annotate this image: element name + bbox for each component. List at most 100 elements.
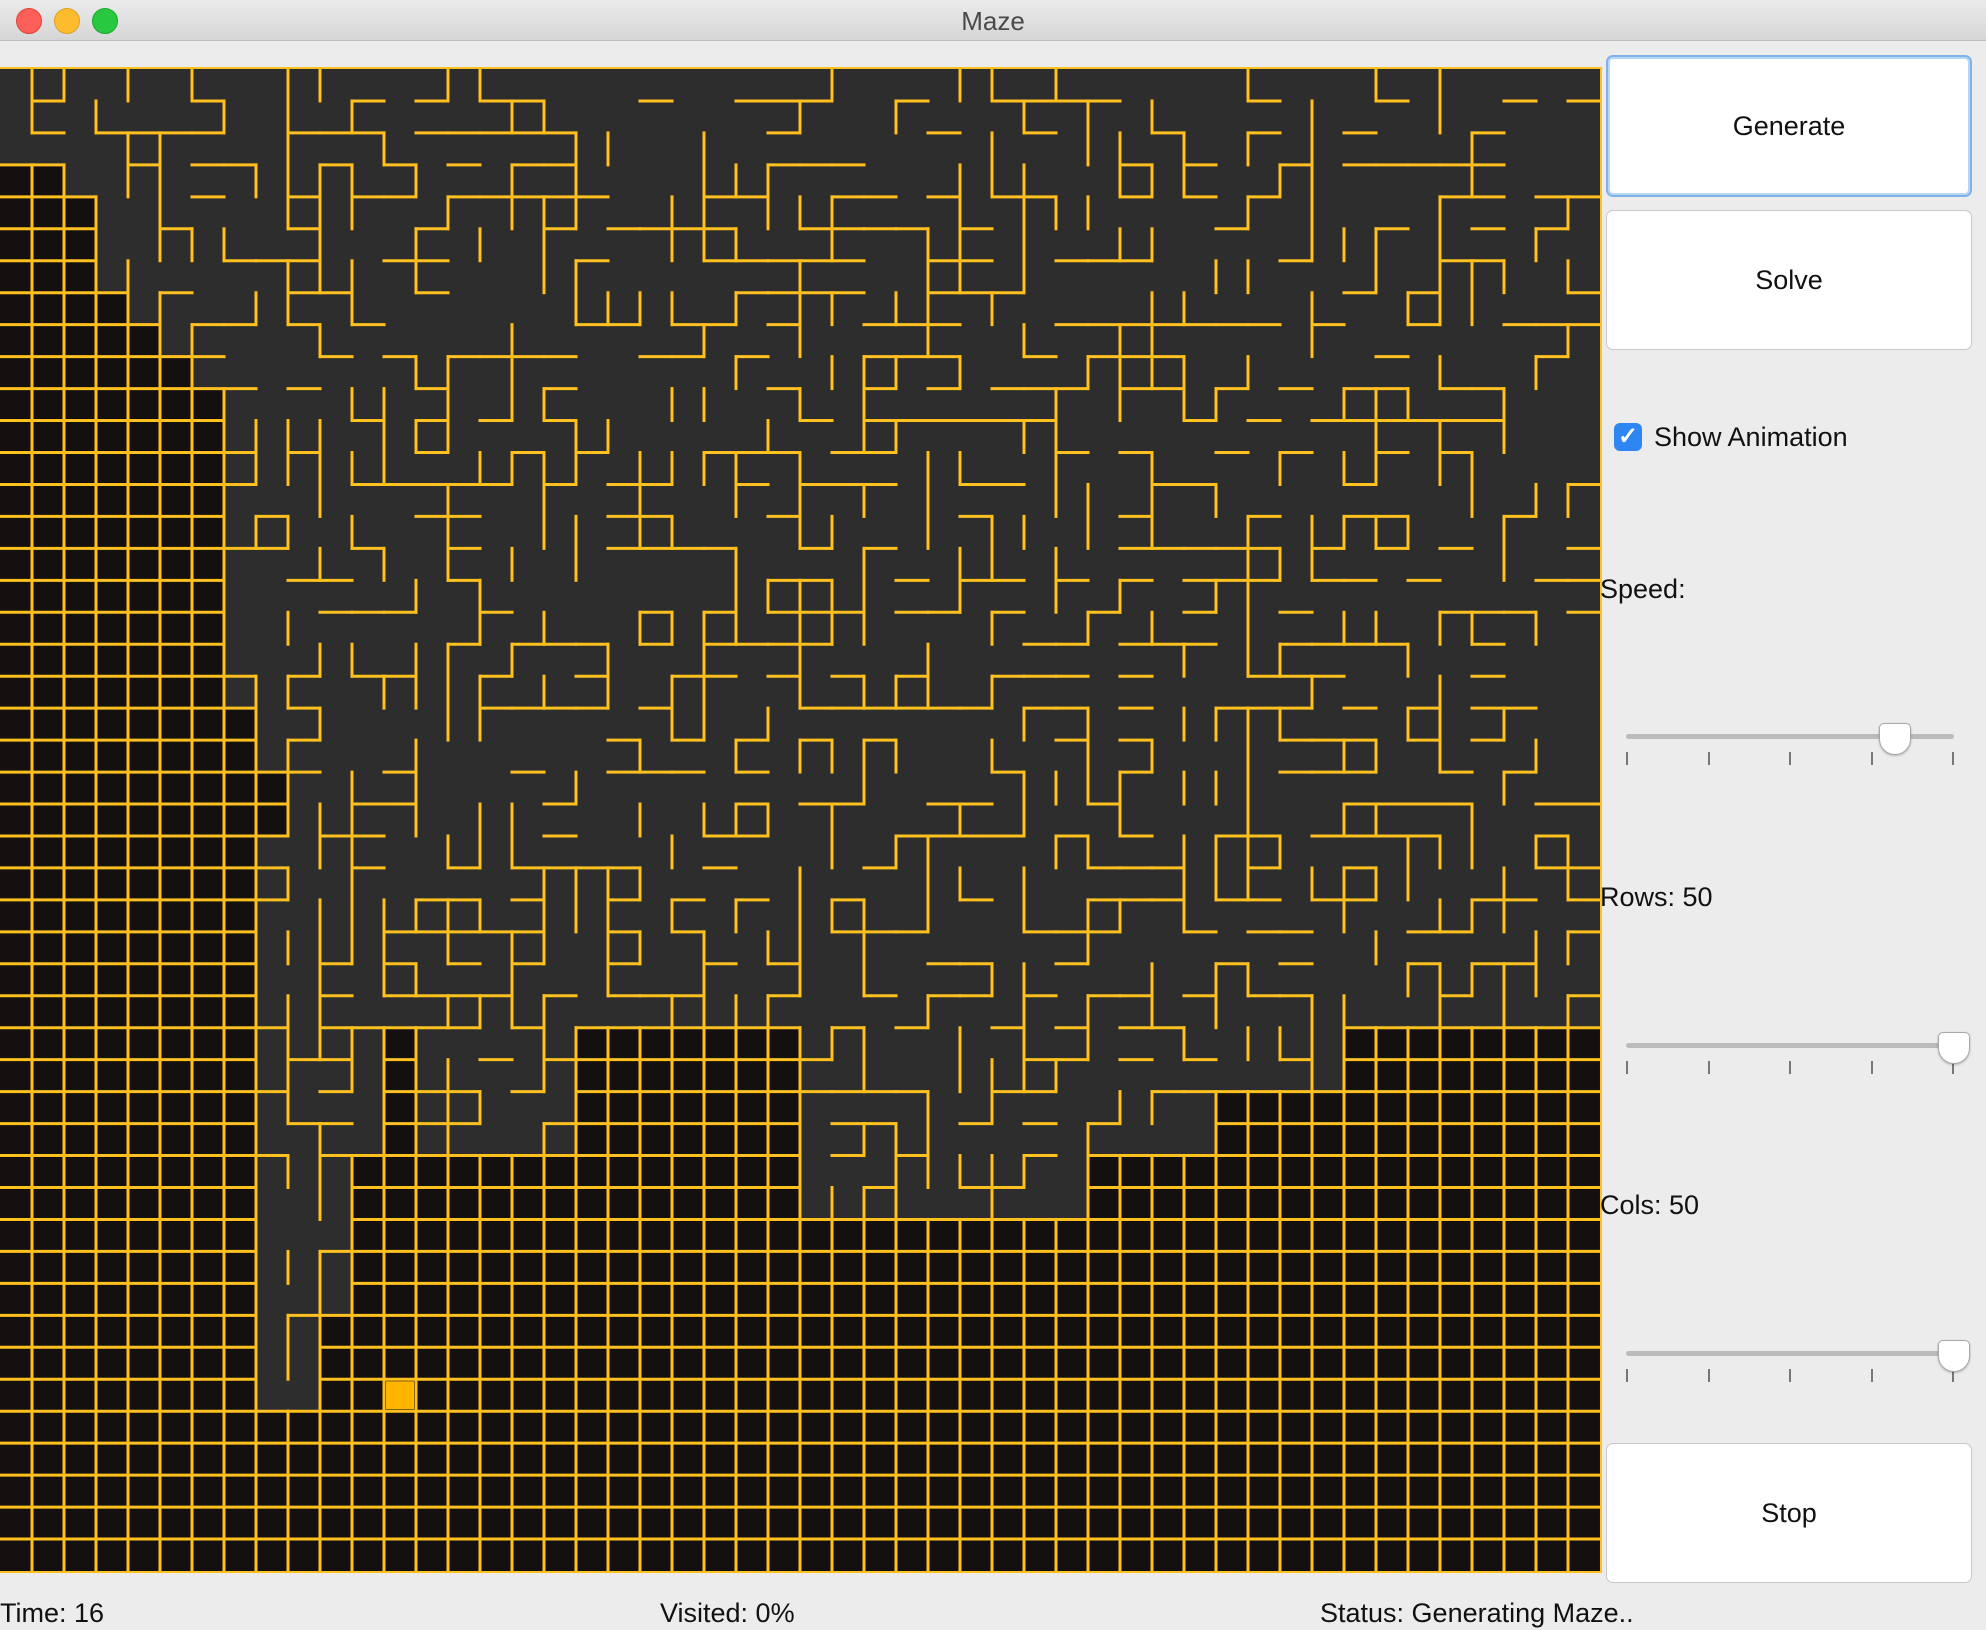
maze-cell — [1120, 1187, 1152, 1220]
maze-cell — [288, 867, 320, 900]
maze-cell — [1440, 1443, 1472, 1476]
maze-cell — [832, 260, 864, 293]
maze-cell — [1056, 1475, 1088, 1508]
maze-cell — [800, 1315, 832, 1348]
maze-cell — [0, 1251, 32, 1284]
maze-cell — [928, 1507, 960, 1540]
maze-cell — [928, 260, 960, 293]
maze-cell — [32, 420, 64, 453]
maze-cell — [864, 708, 896, 741]
maze-cell — [1184, 931, 1216, 964]
maze-cell — [1408, 708, 1440, 741]
maze-cell — [480, 1123, 512, 1156]
maze-cell — [544, 1251, 576, 1284]
maze-cell — [1408, 931, 1440, 964]
maze-cell — [1536, 899, 1568, 932]
maze-cell — [1344, 1539, 1376, 1571]
maze-cell — [1184, 963, 1216, 996]
maze-cell — [1088, 356, 1120, 389]
maze-cell — [1024, 931, 1056, 964]
maze-cell — [192, 931, 224, 964]
maze-cell — [768, 1251, 800, 1284]
maze-cell — [1408, 1251, 1440, 1284]
maze-cell — [1280, 1475, 1312, 1508]
maze-cell — [384, 1507, 416, 1540]
maze-cell — [64, 740, 96, 773]
maze-cell — [800, 1027, 832, 1060]
maze-cell — [416, 740, 448, 773]
maze-cell — [800, 835, 832, 868]
maze-cell — [992, 1315, 1024, 1348]
maze-cell — [480, 484, 512, 517]
maze-cell — [928, 1027, 960, 1060]
maze-cell — [1472, 995, 1504, 1028]
maze-cell — [832, 580, 864, 613]
maze-cell — [256, 1539, 288, 1571]
maze-cell — [0, 995, 32, 1028]
maze-cell — [736, 388, 768, 421]
maze-cell — [1280, 867, 1312, 900]
maze-cell — [288, 1219, 320, 1252]
maze-cell — [576, 1219, 608, 1252]
maze-cell — [1344, 516, 1376, 549]
maze-cell — [672, 740, 704, 773]
maze-cell — [96, 1411, 128, 1444]
maze-cell — [1568, 1315, 1600, 1348]
maze-cell — [448, 772, 480, 805]
maze-cell — [1248, 132, 1280, 165]
maze-cell — [1184, 292, 1216, 325]
maze-cell — [1088, 452, 1120, 485]
maze-cell — [64, 1475, 96, 1508]
maze-cell — [352, 580, 384, 613]
maze-cell — [1024, 516, 1056, 549]
maze-cell — [160, 772, 192, 805]
maze-cell — [352, 1347, 384, 1380]
maze-cell — [32, 388, 64, 421]
maze-cell — [480, 1059, 512, 1092]
maze-cell — [1184, 356, 1216, 389]
maze-cell — [32, 772, 64, 805]
maze-cell — [576, 612, 608, 645]
maze-cell — [672, 1219, 704, 1252]
maze-cell — [1216, 132, 1248, 165]
maze-cell — [1312, 292, 1344, 325]
maze-cell — [576, 1411, 608, 1444]
maze-cell — [960, 644, 992, 677]
maze-cell — [192, 196, 224, 229]
maze-cell — [448, 324, 480, 357]
maze-cell — [1248, 196, 1280, 229]
maze-cell — [608, 388, 640, 421]
maze-cell — [1472, 1443, 1504, 1476]
maze-cell — [1216, 324, 1248, 357]
maze-cell — [992, 1251, 1024, 1284]
maze-cell — [288, 388, 320, 421]
maze-cell — [32, 1315, 64, 1348]
maze-cell — [928, 548, 960, 581]
maze-cell — [1376, 1059, 1408, 1092]
maze-cell — [1344, 644, 1376, 677]
maze-cell — [1280, 708, 1312, 741]
maze-cell — [928, 292, 960, 325]
maze-cell — [1568, 1091, 1600, 1124]
maze-cell — [512, 516, 544, 549]
maze-cell — [480, 452, 512, 485]
maze-cell — [640, 644, 672, 677]
maze-cell — [576, 1091, 608, 1124]
maze-cell — [224, 452, 256, 485]
maze-cell — [448, 1411, 480, 1444]
maze-cell — [1024, 963, 1056, 996]
maze-cell — [1504, 931, 1536, 964]
maze-cell — [1024, 1443, 1056, 1476]
maze-cell — [160, 1123, 192, 1156]
maze-cell — [512, 580, 544, 613]
maze-cell — [1120, 228, 1152, 261]
maze-cell — [96, 100, 128, 133]
maze-cell — [544, 484, 576, 517]
maze-cell — [0, 324, 32, 357]
maze-cell — [800, 1187, 832, 1220]
maze-cell — [256, 1187, 288, 1220]
maze-cell — [288, 1411, 320, 1444]
maze-cell — [640, 516, 672, 549]
maze-cell — [1440, 1539, 1472, 1571]
maze-cell — [1056, 164, 1088, 197]
